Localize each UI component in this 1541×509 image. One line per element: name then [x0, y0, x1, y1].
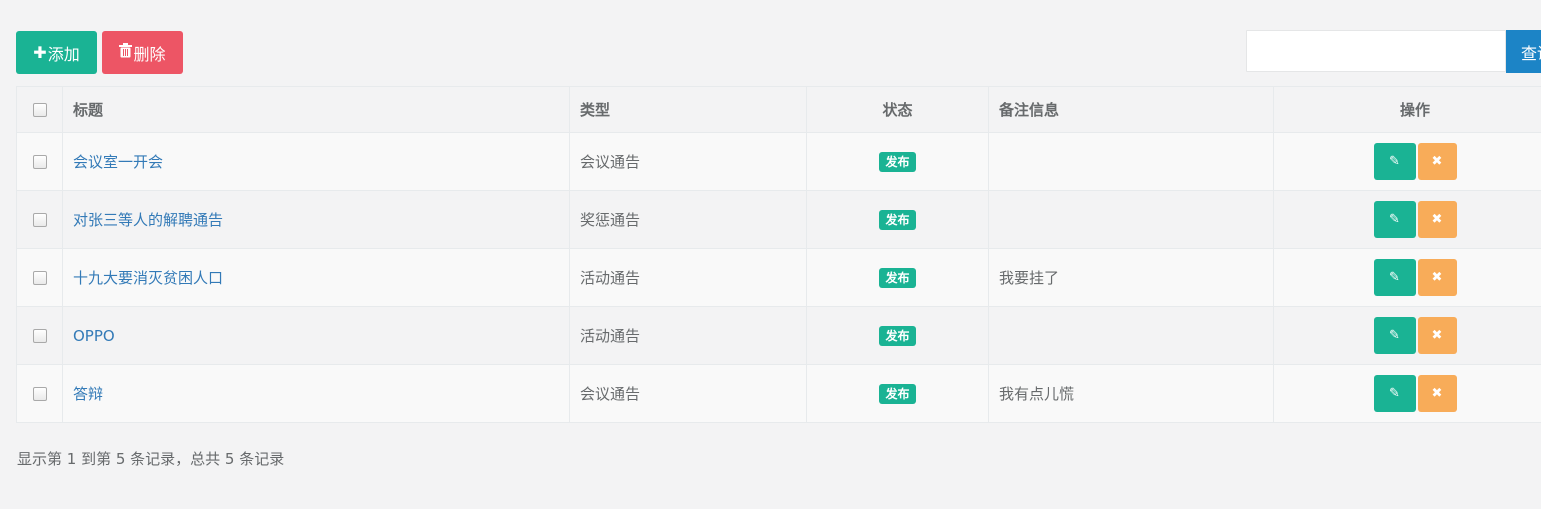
- header-actions: 操作: [1273, 86, 1541, 133]
- close-icon: ✖: [1431, 154, 1443, 169]
- status-badge: 发布: [879, 267, 916, 288]
- trash-icon: [119, 43, 133, 62]
- header-checkbox-cell: [16, 86, 63, 133]
- search-input[interactable]: [1246, 30, 1506, 72]
- edit-button[interactable]: ✎: [1373, 143, 1416, 180]
- edit-button[interactable]: ✎: [1373, 201, 1416, 238]
- header-title[interactable]: 标题: [62, 86, 570, 133]
- row-remark: [988, 132, 1274, 191]
- edit-button[interactable]: ✎: [1373, 375, 1416, 412]
- table-row: 会议室一开会 会议通告 发布 ✎ ✖: [16, 132, 1541, 191]
- edit-icon: ✎: [1389, 270, 1400, 285]
- header-type[interactable]: 类型: [569, 86, 807, 133]
- row-type: 活动通告: [569, 306, 807, 365]
- edit-icon: ✎: [1389, 328, 1400, 343]
- remove-button[interactable]: ✖: [1417, 375, 1457, 412]
- remove-button[interactable]: ✖: [1417, 143, 1457, 180]
- search-button[interactable]: 查询: [1506, 30, 1541, 73]
- status-badge: 发布: [879, 383, 916, 404]
- status-badge: 发布: [879, 209, 916, 230]
- pagination-info: 显示第 1 到第 5 条记录，总共 5 条记录: [17, 450, 285, 468]
- row-type: 奖惩通告: [569, 190, 807, 249]
- row-title-link[interactable]: 十九大要消灭贫困人口: [73, 269, 223, 287]
- search-button-label: 查询: [1521, 43, 1541, 63]
- close-icon: ✖: [1431, 328, 1443, 343]
- remove-button[interactable]: ✖: [1417, 317, 1457, 354]
- row-remark: 我要挂了: [988, 248, 1274, 307]
- close-icon: ✖: [1431, 270, 1443, 285]
- row-title-link[interactable]: OPPO: [73, 327, 115, 345]
- status-badge: 发布: [879, 325, 916, 346]
- edit-button[interactable]: ✎: [1373, 317, 1416, 354]
- header-status[interactable]: 状态: [806, 86, 989, 133]
- status-badge: 发布: [879, 151, 916, 172]
- edit-icon: ✎: [1389, 212, 1400, 227]
- notice-table: 标题 类型 状态 备注信息 操作 会议室一开会 会议通告 发布 ✎ ✖ 对张三等人…: [16, 86, 1541, 423]
- remove-button[interactable]: ✖: [1417, 259, 1457, 296]
- row-remark: [988, 190, 1274, 249]
- edit-button[interactable]: ✎: [1373, 259, 1416, 296]
- row-checkbox[interactable]: [32, 213, 47, 227]
- close-icon: ✖: [1431, 386, 1443, 401]
- close-icon: ✖: [1431, 212, 1443, 227]
- row-type: 会议通告: [569, 364, 807, 423]
- header-remark[interactable]: 备注信息: [988, 86, 1274, 133]
- row-remark: 我有点儿慌: [988, 364, 1274, 423]
- edit-icon: ✎: [1389, 154, 1400, 169]
- delete-button[interactable]: 删除: [102, 31, 183, 74]
- row-checkbox[interactable]: [32, 329, 47, 343]
- table-row: 对张三等人的解聘通告 奖惩通告 发布 ✎ ✖: [16, 190, 1541, 249]
- select-all-checkbox[interactable]: [32, 103, 47, 117]
- row-title-link[interactable]: 会议室一开会: [73, 153, 163, 171]
- table-row: 十九大要消灭贫困人口 活动通告 发布 我要挂了 ✎ ✖: [16, 248, 1541, 307]
- plus-icon: ✚: [33, 43, 47, 62]
- row-type: 活动通告: [569, 248, 807, 307]
- row-checkbox[interactable]: [32, 271, 47, 285]
- remove-button[interactable]: ✖: [1417, 201, 1457, 238]
- row-remark: [988, 306, 1274, 365]
- add-button-label: 添加: [47, 44, 80, 64]
- row-title-link[interactable]: 答辩: [73, 385, 103, 403]
- row-title-link[interactable]: 对张三等人的解聘通告: [73, 211, 223, 229]
- delete-button-label: 删除: [133, 44, 166, 64]
- table-row: 答辩 会议通告 发布 我有点儿慌 ✎ ✖: [16, 364, 1541, 423]
- add-button[interactable]: ✚ 添加: [16, 31, 97, 74]
- row-checkbox[interactable]: [32, 155, 47, 169]
- edit-icon: ✎: [1389, 386, 1400, 401]
- row-checkbox[interactable]: [32, 387, 47, 401]
- table-header-row: 标题 类型 状态 备注信息 操作: [16, 86, 1541, 133]
- row-type: 会议通告: [569, 132, 807, 191]
- table-row: OPPO 活动通告 发布 ✎ ✖: [16, 306, 1541, 365]
